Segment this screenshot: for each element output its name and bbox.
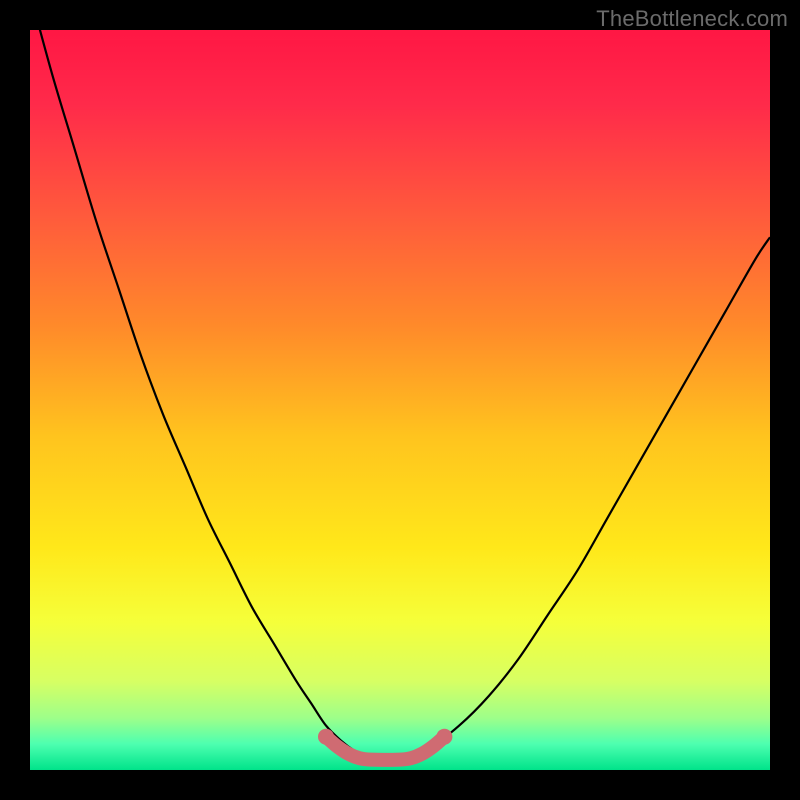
chart-svg [30, 30, 770, 770]
plot-area [30, 30, 770, 770]
watermark-text: TheBottleneck.com [596, 6, 788, 32]
chart-frame: TheBottleneck.com [0, 0, 800, 800]
marker-endpoint [436, 729, 452, 745]
marker-endpoint [318, 729, 334, 745]
gradient-background [30, 30, 770, 770]
